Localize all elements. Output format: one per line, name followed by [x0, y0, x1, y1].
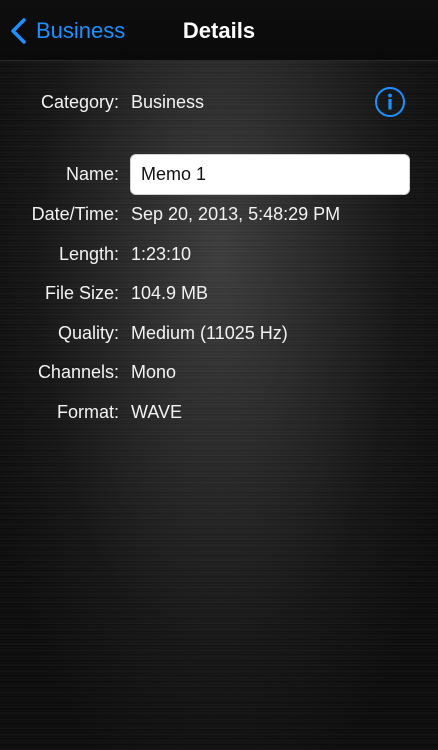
- category-value: Business: [131, 92, 205, 112]
- name-label: Name:: [65, 164, 119, 184]
- info-button[interactable]: [375, 87, 405, 117]
- format-row: Format: WAVE: [0, 397, 438, 427]
- length-label: Length:: [58, 244, 119, 264]
- filesize-label: File Size:: [44, 283, 119, 303]
- category-row: Category: Business: [0, 87, 438, 117]
- channels-value: Mono: [131, 362, 177, 382]
- channels-row: Channels: Mono: [0, 357, 438, 387]
- quality-value: Medium (11025 Hz): [131, 323, 288, 343]
- quality-row: Quality: Medium (11025 Hz): [0, 318, 438, 348]
- quality-label: Quality:: [57, 323, 119, 343]
- channels-label: Channels:: [37, 362, 119, 382]
- datetime-value: Sep 20, 2013, 5:48:29 PM: [131, 204, 341, 224]
- filesize-row: File Size: 104.9 MB: [0, 278, 438, 308]
- length-row: Length: 1:23:10: [0, 239, 438, 269]
- datetime-row: Date/Time: Sep 20, 2013, 5:48:29 PM: [0, 199, 438, 229]
- page-title: Details: [182, 18, 256, 43]
- info-icon: [388, 93, 392, 110]
- format-value: WAVE: [131, 402, 183, 422]
- navigation-bar: Business Details: [0, 0, 438, 61]
- category-label: Category:: [40, 92, 119, 112]
- name-field[interactable]: [130, 154, 410, 195]
- format-label: Format:: [56, 402, 119, 422]
- filesize-value: 104.9 MB: [131, 283, 209, 303]
- length-value: 1:23:10: [131, 244, 192, 264]
- datetime-label: Date/Time:: [31, 204, 119, 224]
- details-screen: Business Details Category: Business Name…: [0, 0, 438, 750]
